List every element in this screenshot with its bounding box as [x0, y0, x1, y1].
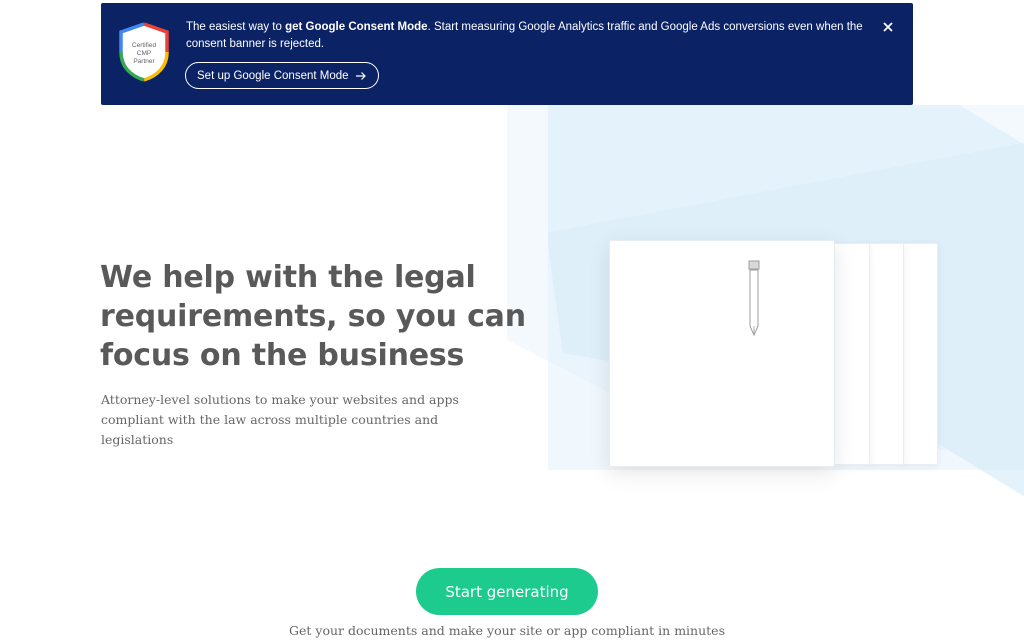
- document-page-back: [900, 243, 938, 465]
- document-page-front: [609, 240, 835, 467]
- setup-google-consent-mode-button[interactable]: Set up Google Consent Mode: [185, 62, 379, 89]
- start-generating-button[interactable]: Start generating: [416, 568, 598, 615]
- setup-button-label: Set up Google Consent Mode: [197, 69, 349, 82]
- banner-message: The easiest way to get Google Consent Mo…: [186, 19, 876, 53]
- close-icon[interactable]: [881, 20, 895, 34]
- document-page-back: [832, 243, 870, 465]
- pen-icon: [748, 260, 760, 337]
- hero-subtitle: Attorney-level solutions to make your we…: [101, 392, 459, 447]
- banner-message-highlight: get Google Consent Mode: [285, 21, 428, 33]
- banner-message-prefix: The easiest way to: [186, 21, 286, 33]
- badge-label-certified: Certified: [132, 42, 157, 49]
- cta-subtext: Get your documents and make your site or…: [289, 623, 725, 638]
- consent-mode-banner: Certified CMP Partner The easiest way to…: [101, 3, 913, 105]
- badge-label-partner: Partner: [133, 58, 155, 65]
- close-glyph: [883, 22, 893, 32]
- hero-title: We help with the legal requirements, so …: [100, 260, 526, 373]
- document-page-back: [866, 243, 904, 465]
- arrow-right-icon: [355, 71, 366, 80]
- badge-label-cmp: CMP: [137, 50, 151, 57]
- certified-cmp-partner-badge-icon: Certified CMP Partner: [119, 22, 169, 82]
